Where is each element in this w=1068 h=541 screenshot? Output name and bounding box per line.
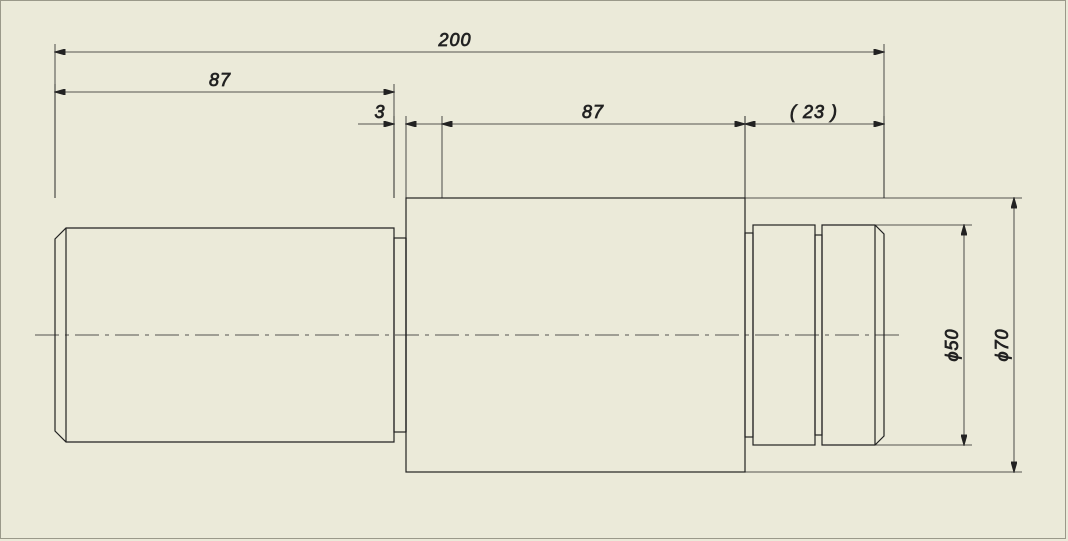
dim-87b: 87	[442, 102, 745, 198]
dim-d70-text: ϕ70	[992, 328, 1012, 361]
dim-23-text: ( 23 )	[790, 102, 838, 122]
dim-3-text: 3	[374, 102, 385, 122]
engineering-drawing: 200 87 3 87 (	[0, 0, 1068, 541]
dim-200-text: 200	[437, 30, 471, 50]
dim-23: ( 23 )	[745, 102, 884, 198]
dim-87a-text: 87	[209, 70, 231, 90]
dim-200: 200	[55, 30, 884, 198]
dim-87a: 87	[55, 70, 394, 198]
dim-87b-text: 87	[582, 102, 604, 122]
dim-d50-text: ϕ50	[942, 328, 962, 361]
dim-3: 3	[358, 102, 442, 198]
